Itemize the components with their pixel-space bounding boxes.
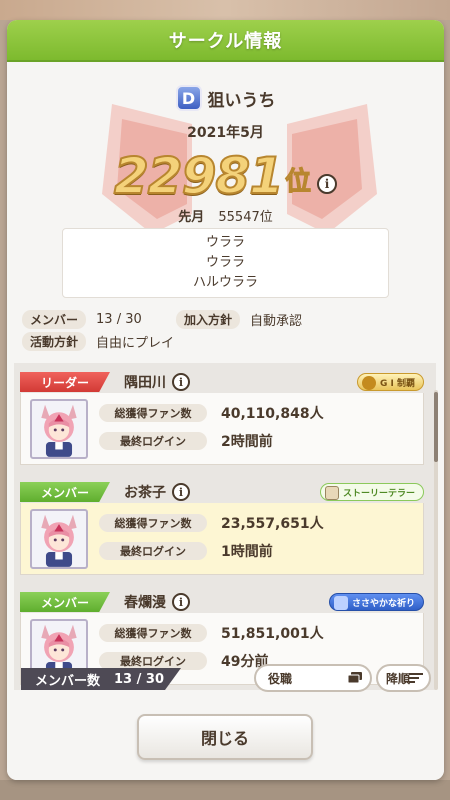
- rank-number: 22981: [113, 147, 285, 205]
- member-count-value: 13 / 30: [114, 671, 164, 687]
- member-info-icon[interactable]: i: [172, 373, 190, 391]
- current-rank: 22981 位 i: [7, 144, 444, 205]
- ranking-month: 2021年5月: [187, 125, 264, 141]
- descending-sort-icon: [409, 673, 423, 683]
- fans-row: 総獲得ファン数 23,557,651人: [99, 513, 324, 533]
- dialog-header: サークル情報: [7, 20, 444, 62]
- member-list[interactable]: リーダー 隅田川 i G I 制覇 総獲得ファン数 40,110,848人 最終…: [14, 363, 436, 690]
- member-card-header: メンバー 春爛漫 i ささやかな祈り: [20, 591, 424, 613]
- fans-label: 総獲得ファン数: [99, 624, 207, 642]
- members-value: 13 / 30: [96, 311, 142, 327]
- background-bottom: [0, 780, 450, 800]
- member-card-header: リーダー 隅田川 i G I 制覇: [20, 371, 424, 393]
- last-login-value: 1時間前: [221, 544, 273, 560]
- login-row: 最終ログイン 2時間前: [99, 431, 273, 451]
- scrollbar-thumb[interactable]: [434, 392, 438, 462]
- last-login-value: 2時間前: [221, 434, 273, 450]
- join-policy-value: 自動承認: [250, 313, 303, 329]
- activity-row: 活動方針 自由にプレイ: [22, 331, 175, 351]
- fans-value: 40,110,848人: [221, 406, 324, 422]
- member-title-label: ストーリーテラー: [342, 488, 415, 499]
- fans-row: 総獲得ファン数 40,110,848人: [99, 403, 324, 423]
- fans-value: 23,557,651人: [221, 516, 324, 532]
- activity-policy-label: 活動方針: [22, 331, 87, 351]
- membership-row: メンバー 13 / 30 加入方針 自動承認: [22, 309, 303, 329]
- member-name: 春爛漫: [124, 595, 166, 611]
- previous-rank-label: 先月: [178, 210, 205, 225]
- motto-line: ウララ: [205, 235, 245, 250]
- dialog-title: サークル情報: [168, 31, 283, 52]
- motto-line: ウララ: [205, 255, 245, 270]
- rank-suffix: 位: [284, 167, 311, 198]
- member-name: 隅田川: [124, 375, 166, 391]
- background-top: [0, 0, 450, 20]
- close-button[interactable]: 閉じる: [137, 714, 313, 760]
- join-policy-label: 加入方針: [176, 309, 241, 329]
- book-icon: [324, 486, 339, 500]
- login-row: 最終ログイン 1時間前: [99, 541, 273, 561]
- fans-row: 総獲得ファン数 51,851,001人: [99, 623, 324, 643]
- member-name: お茶子: [124, 485, 166, 501]
- member-card[interactable]: リーダー 隅田川 i G I 制覇 総獲得ファン数 40,110,848人 最終…: [20, 371, 424, 466]
- sort-order-label: 降順: [386, 671, 411, 686]
- member-card-body: 総獲得ファン数 23,557,651人 最終ログイン 1時間前: [20, 503, 424, 575]
- last-login-label: 最終ログイン: [99, 652, 207, 670]
- card-icon: [333, 596, 348, 610]
- member-card[interactable]: メンバー お茶子 i ストーリーテラー 総獲得ファン数 23,557,651人 …: [20, 481, 424, 576]
- sort-order-button[interactable]: 降順: [376, 664, 431, 692]
- member-count-label: メンバー数: [35, 673, 101, 689]
- member-title-badge: ストーリーテラー: [319, 483, 424, 501]
- dialog-footer: 閉じる: [7, 692, 444, 780]
- character-avatar-icon: [41, 514, 77, 567]
- role-tag-leader: リーダー: [20, 372, 110, 392]
- member-info-icon[interactable]: i: [172, 483, 190, 501]
- previous-rank-value: 55547位: [218, 210, 273, 225]
- cards-icon: [348, 672, 362, 684]
- member-title-badge: G I 制覇: [356, 373, 424, 391]
- circle-rank-badge: D: [175, 85, 202, 111]
- member-info-icon[interactable]: i: [172, 593, 190, 611]
- fans-value: 51,851,001人: [221, 626, 324, 642]
- role-tag-member: メンバー: [20, 482, 110, 502]
- activity-policy-value: 自由にプレイ: [96, 335, 175, 351]
- member-avatar[interactable]: [30, 509, 88, 569]
- circle-info-dialog: サークル情報 D 狙いうち 2021年5月 22981 位 i 先月 55547…: [7, 20, 444, 780]
- last-login-label: 最終ログイン: [99, 432, 207, 450]
- sort-role-label: 役職: [268, 671, 293, 686]
- motto-line: ハルウララ: [192, 275, 258, 290]
- member-title-label: ささやかな祈り: [351, 598, 415, 609]
- member-card-body: 総獲得ファン数 40,110,848人 最終ログイン 2時間前: [20, 393, 424, 465]
- fans-label: 総獲得ファン数: [99, 404, 207, 422]
- member-card-header: メンバー お茶子 i ストーリーテラー: [20, 481, 424, 503]
- character-avatar-icon: [41, 404, 77, 457]
- member-title-label: G I 制覇: [379, 378, 415, 389]
- circle-name-row: D 狙いうち: [7, 84, 444, 112]
- role-tag-member: メンバー: [20, 592, 110, 612]
- circle-motto: ウララ ウララ ハルウララ: [62, 228, 389, 298]
- member-count-bar: メンバー数 13 / 30: [21, 668, 181, 690]
- previous-rank: 先月 55547位: [7, 206, 444, 225]
- trophy-icon: [361, 376, 376, 390]
- sort-by-role-button[interactable]: 役職: [254, 664, 372, 692]
- last-login-label: 最終ログイン: [99, 542, 207, 560]
- circle-name: 狙いうち: [207, 90, 276, 111]
- members-label: メンバー: [22, 309, 87, 329]
- rank-info-icon[interactable]: i: [316, 174, 337, 194]
- member-title-badge: ささやかな祈り: [328, 593, 424, 611]
- fans-label: 総獲得ファン数: [99, 514, 207, 532]
- member-avatar[interactable]: [30, 399, 88, 459]
